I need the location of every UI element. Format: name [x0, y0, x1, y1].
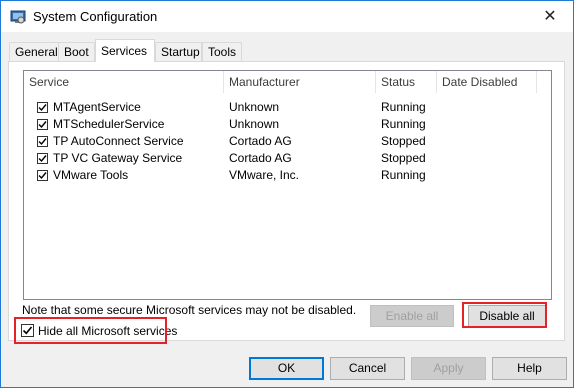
checkmark-icon — [38, 172, 47, 180]
service-name: VMware Tools — [53, 168, 129, 182]
service-name: TP AutoConnect Service — [53, 134, 184, 148]
table-row[interactable]: VMware Tools VMware, Inc. Running — [24, 167, 551, 184]
checkmark-icon — [38, 121, 47, 129]
table-row[interactable]: TP VC Gateway Service Cortado AG Stopped — [24, 150, 551, 167]
service-manufacturer: Unknown — [229, 117, 280, 131]
help-button[interactable]: Help — [492, 357, 567, 380]
service-checkbox[interactable] — [37, 119, 48, 130]
checkmark-icon — [38, 155, 47, 163]
tab-startup[interactable]: Startup — [155, 42, 202, 61]
checkmark-icon — [38, 138, 47, 146]
ok-button[interactable]: OK — [249, 357, 324, 380]
service-manufacturer: Cortado AG — [229, 134, 292, 148]
column-header-status[interactable]: Status — [376, 71, 436, 93]
service-checkbox[interactable] — [37, 170, 48, 181]
title-bar: System Configuration ✕ — [1, 1, 573, 32]
services-list[interactable]: Service Manufacturer Status Date Disable… — [23, 70, 552, 300]
service-status: Running — [381, 117, 426, 131]
column-header-service[interactable]: Service — [24, 71, 223, 93]
service-manufacturer: Cortado AG — [229, 151, 292, 165]
service-name: TP VC Gateway Service — [53, 151, 183, 165]
close-icon[interactable]: ✕ — [527, 1, 573, 32]
cancel-button[interactable]: Cancel — [330, 357, 405, 380]
services-panel: Service Manufacturer Status Date Disable… — [8, 61, 565, 341]
service-status: Stopped — [381, 151, 426, 165]
service-manufacturer: VMware, Inc. — [229, 168, 300, 182]
tab-general[interactable]: General — [9, 42, 59, 61]
table-row[interactable]: MTAgentService Unknown Running — [24, 99, 551, 116]
system-configuration-icon — [10, 9, 26, 25]
disable-all-highlight — [462, 302, 547, 328]
tab-services[interactable]: Services — [95, 39, 155, 62]
column-header-manufacturer[interactable]: Manufacturer — [224, 71, 375, 93]
service-status: Running — [381, 168, 426, 182]
checkmark-icon — [38, 104, 47, 112]
service-name: MTAgentService — [53, 100, 141, 114]
service-checkbox[interactable] — [37, 102, 48, 113]
tab-boot[interactable]: Boot — [58, 42, 95, 61]
service-checkbox[interactable] — [37, 136, 48, 147]
window-title: System Configuration — [33, 9, 158, 24]
apply-button[interactable]: Apply — [411, 357, 486, 380]
window: System Configuration ✕ General Boot Serv… — [0, 0, 574, 388]
column-header-date-disabled[interactable]: Date Disabled — [437, 71, 537, 93]
service-manufacturer: Unknown — [229, 100, 280, 114]
secure-services-note: Note that some secure Microsoft services… — [22, 303, 357, 317]
service-status: Stopped — [381, 134, 426, 148]
service-name: MTSchedulerService — [53, 117, 165, 131]
table-row[interactable]: TP AutoConnect Service Cortado AG Stoppe… — [24, 133, 551, 150]
service-checkbox[interactable] — [37, 153, 48, 164]
tab-tools[interactable]: Tools — [202, 42, 242, 61]
table-row[interactable]: MTSchedulerService Unknown Running — [24, 116, 551, 133]
enable-all-button[interactable]: Enable all — [370, 305, 454, 327]
hide-microsoft-services-highlight — [14, 317, 167, 344]
service-status: Running — [381, 100, 426, 114]
column-divider[interactable] — [536, 71, 537, 93]
